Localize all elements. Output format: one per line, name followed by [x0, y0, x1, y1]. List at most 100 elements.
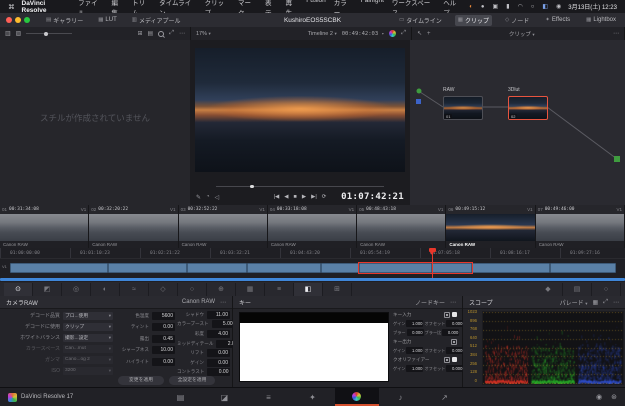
viewer-tool-icon[interactable]: ✎ — [196, 194, 201, 201]
corrector-node-02[interactable]: 02 — [508, 96, 548, 120]
thumb-size-slider[interactable] — [26, 31, 73, 36]
panel-toggle-button[interactable]: ◇ ノード — [502, 15, 532, 26]
timeline-clip[interactable] — [321, 263, 359, 273]
clip-thumbnail-cell[interactable]: 02 00:32:20:22 V1 Canon RAW — [89, 205, 179, 248]
param-value[interactable]: 0.00 — [207, 358, 230, 367]
palette-icon[interactable]: ◐ — [91, 282, 120, 296]
status-icon[interactable]: ◧ — [542, 3, 548, 10]
setting-dropdown[interactable]: プロ...使用 ▾ — [63, 311, 113, 320]
transport-button[interactable]: ◀ — [284, 194, 288, 200]
fairlight-page-button[interactable]: ♪ — [379, 388, 423, 406]
param-value[interactable]: 11.00 — [207, 310, 230, 319]
reset-icon[interactable] — [444, 356, 450, 363]
options-icon[interactable]: ⋯ — [220, 299, 226, 306]
viewer-zoom-select[interactable]: 17% ▾ — [196, 31, 211, 37]
clip-thumbnail-cell[interactable]: 05 00:48:43:18 V1 Canon RAW — [357, 205, 447, 248]
clip-thumbnail-cell[interactable]: 04 00:33:18:08 V1 Canon RAW — [267, 205, 358, 248]
panel-toggle-button[interactable]: ▥ メディアプール — [129, 15, 184, 26]
status-icon[interactable]: ▮ — [506, 3, 509, 10]
key-value[interactable]: 0.000 — [446, 365, 464, 372]
clip-thumbnail-cell[interactable]: 06 00:49:15:12 V1 Canon RAW — [446, 205, 536, 248]
param-value[interactable]: 10.00 — [152, 346, 175, 355]
param-value[interactable]: 5600 — [152, 311, 175, 320]
timeline-ruler[interactable]: 01:00:00:00 01:01:10:23 01:02:21:22 01:03:3… — [0, 248, 625, 259]
expand-viewer-icon[interactable]: ⤢ — [401, 30, 406, 37]
clip-thumbnail-cell[interactable]: 03 00:32:52:22 V1 Canon RAW — [178, 205, 268, 248]
menubar-clock[interactable]: 3月13日(土) 12:23 — [568, 2, 617, 11]
timeline-clip[interactable] — [247, 263, 321, 273]
status-icon[interactable]: ● — [481, 4, 485, 10]
timeline-select[interactable]: Timeline 2 ▾ — [308, 31, 337, 37]
panel-toggle-button[interactable]: ▤ ギャラリー — [43, 15, 86, 26]
minimize-window-button[interactable] — [15, 17, 21, 23]
grid-view-icon[interactable]: ⊞ — [137, 30, 142, 37]
key-value[interactable]: 1.000 — [406, 320, 424, 327]
transport-button[interactable]: ▶ — [302, 194, 306, 200]
clip-thumbnail[interactable] — [89, 214, 178, 241]
settings-icon[interactable]: ⊛ — [611, 393, 617, 401]
options-icon[interactable]: ⋯ — [179, 30, 185, 37]
setting-dropdown[interactable]: 撮影...設定 ▾ — [63, 333, 113, 342]
viewer-image[interactable] — [195, 48, 405, 172]
clip-thumbnail[interactable] — [178, 214, 267, 241]
panel-toggle-button[interactable]: ▦ Lightbox — [583, 15, 619, 26]
palette-icon[interactable]: ≈ — [120, 282, 149, 296]
clip-thumbnail[interactable] — [446, 214, 535, 241]
key-value[interactable]: 1.000 — [406, 365, 424, 372]
palette-icon[interactable]: ○ — [592, 282, 621, 296]
panel-toggle-button[interactable]: ▭ タイムライン — [396, 15, 445, 26]
panel-toggle-button[interactable]: ▦ クリップ — [454, 14, 493, 26]
matte-toggle-icon[interactable] — [452, 357, 457, 362]
key-value[interactable]: 1.000 — [406, 347, 424, 354]
timeline-clip[interactable] — [108, 263, 187, 273]
key-value[interactable]: 0.000 — [446, 320, 464, 327]
status-icon[interactable]: ◉ — [556, 3, 561, 10]
options-icon[interactable]: ⋯ — [450, 299, 456, 306]
options-icon[interactable]: ⋯ — [613, 30, 619, 37]
key-value[interactable]: 0.000 — [442, 329, 460, 336]
status-icon[interactable]: ○ — [531, 4, 535, 10]
setting-dropdown[interactable]: Cano...og 2 ▾ — [63, 355, 113, 364]
palette-icon[interactable]: ○ — [178, 282, 207, 296]
palette-icon[interactable]: ◎ — [62, 282, 91, 296]
status-icon[interactable]: ▣ — [493, 3, 499, 10]
node-view-select[interactable]: クリップ ▾ — [509, 30, 535, 38]
status-icon[interactable]: ◠ — [518, 3, 523, 10]
timeline-scrollbar[interactable] — [0, 278, 625, 281]
matte-toggle-icon[interactable] — [452, 312, 457, 317]
palette-icon[interactable]: ◇ — [149, 282, 178, 296]
clip-thumbnail[interactable] — [357, 214, 446, 241]
palette-icon[interactable]: ◆ — [534, 282, 563, 296]
clip-thumbnail-cell[interactable]: 01 00:31:34:08 V1 Canon RAW — [0, 205, 90, 248]
reset-icon[interactable] — [451, 338, 457, 345]
transport-button[interactable]: ■ — [294, 194, 297, 200]
clip-thumbnail[interactable] — [535, 214, 624, 241]
palette-icon[interactable]: ◩ — [33, 282, 62, 296]
apple-menu-icon[interactable]: ⌘ — [8, 3, 15, 11]
clip-thumbnail[interactable] — [0, 214, 89, 241]
viewer-timecode[interactable]: 00:49:42:03 ▾ — [342, 31, 384, 37]
grid-icon[interactable]: ▦ — [593, 299, 599, 306]
panel-toggle-button[interactable]: ▦ LUT — [95, 16, 120, 24]
panel-toggle-button[interactable]: ✦ Effects — [542, 15, 573, 26]
corrector-node-01[interactable]: 01 — [443, 96, 483, 120]
param-value[interactable]: 0.00 — [207, 349, 230, 358]
setting-dropdown[interactable]: クリップ ▾ — [63, 322, 113, 331]
user-icon[interactable]: ◉ — [596, 393, 602, 401]
setting-dropdown[interactable]: 3200 ▾ — [63, 366, 113, 375]
transport-button[interactable]: |◀ — [274, 194, 280, 200]
timeline-clip[interactable] — [472, 263, 550, 273]
key-value[interactable]: 0.000 — [406, 329, 424, 336]
color-wheel-icon[interactable] — [389, 30, 397, 37]
scope-mode-select[interactable]: パレード ▾ — [560, 298, 588, 307]
palette-icon[interactable]: ▤ — [563, 282, 592, 296]
viewer-tool-icon[interactable]: ◁ — [215, 194, 220, 201]
palette-icon[interactable]: ⊙ — [4, 282, 33, 296]
zoom-window-button[interactable] — [24, 17, 30, 23]
deliver-page-button[interactable]: ↗ — [423, 388, 467, 406]
playhead[interactable] — [431, 248, 433, 278]
clip-thumbnail[interactable] — [267, 214, 357, 241]
palette-icon[interactable]: ≡ — [265, 282, 294, 296]
key-matte-preview[interactable] — [239, 312, 389, 382]
stills-list-icon[interactable]: ▥ — [5, 30, 11, 37]
